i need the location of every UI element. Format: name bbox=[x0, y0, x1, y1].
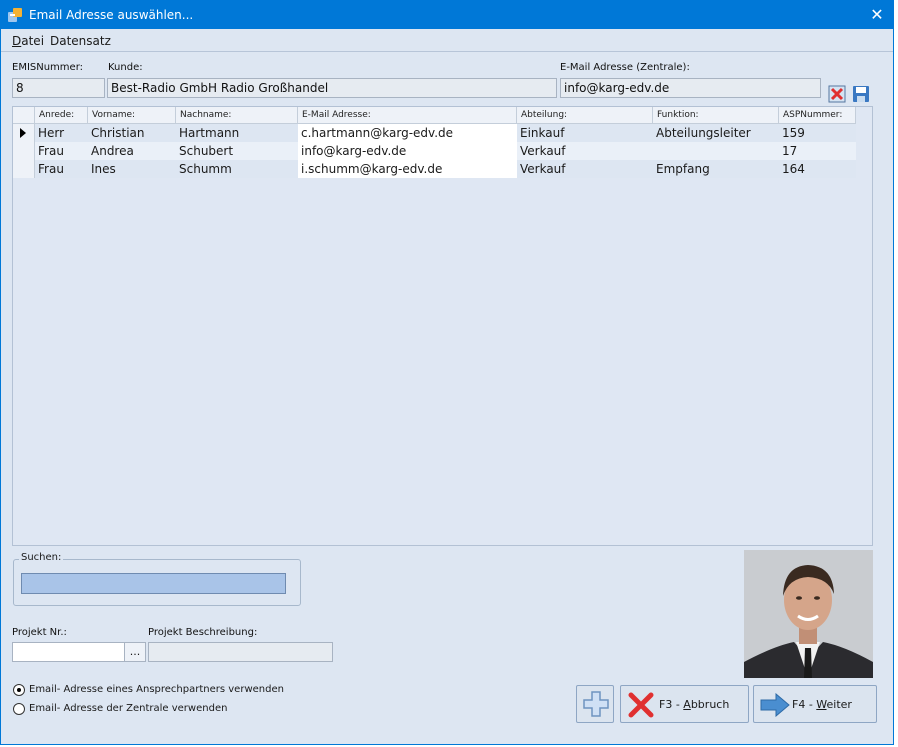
app-icon bbox=[8, 8, 22, 22]
cell-asp: 159 bbox=[782, 126, 805, 140]
col-abteilung[interactable]: Abteilung: bbox=[517, 107, 653, 124]
cancel-rest: bbruch bbox=[690, 698, 730, 711]
save-icon[interactable] bbox=[852, 85, 870, 103]
row-selector[interactable] bbox=[13, 124, 35, 142]
table-row[interactable]: Herr Christian Hartmann c.hartmann@karg-… bbox=[13, 124, 856, 142]
cell-anrede: Herr bbox=[38, 126, 65, 140]
projekt-beschreibung-label: Projekt Beschreibung: bbox=[148, 627, 258, 638]
plus-icon bbox=[583, 691, 609, 717]
col-nachname[interactable]: Nachname: bbox=[176, 107, 298, 124]
option-central-radio[interactable] bbox=[13, 703, 25, 715]
kunde-field[interactable]: Best-Radio GmbH Radio Großhandel bbox=[107, 78, 557, 98]
menu-datei-label: atei bbox=[21, 34, 45, 48]
contact-photo bbox=[744, 550, 873, 678]
next-button-label: F4 - Weiter bbox=[792, 698, 852, 711]
cancel-button[interactable]: F3 - Abbruch bbox=[620, 685, 749, 723]
search-legend: Suchen: bbox=[19, 552, 64, 563]
cancel-button-label: F3 - Abbruch bbox=[659, 698, 729, 711]
delete-icon[interactable] bbox=[828, 85, 846, 103]
cell-abteilung: Einkauf bbox=[520, 126, 565, 140]
col-aspnummer[interactable]: ASPNummer: bbox=[779, 107, 856, 124]
cell-abteilung: Verkauf bbox=[520, 162, 566, 176]
projekt-beschreibung-field[interactable] bbox=[148, 642, 333, 662]
cell-asp: 164 bbox=[782, 162, 805, 176]
col-anrede[interactable]: Anrede: bbox=[35, 107, 88, 124]
cancel-accel: A bbox=[683, 698, 691, 711]
cell-nachname: Hartmann bbox=[179, 126, 240, 140]
cell-funktion: Empfang bbox=[656, 162, 710, 176]
row-selector[interactable] bbox=[13, 142, 35, 160]
cell-vorname: Ines bbox=[91, 162, 116, 176]
option-contact-label: Email- Adresse eines Ansprechpartners ve… bbox=[29, 684, 284, 695]
row-selector[interactable] bbox=[13, 160, 35, 178]
col-funktion[interactable]: Funktion: bbox=[653, 107, 779, 124]
projekt-nr-label: Projekt Nr.: bbox=[12, 627, 67, 638]
title-bar: Email Adresse auswählen... ✕ bbox=[1, 1, 893, 29]
next-button[interactable]: F4 - Weiter bbox=[753, 685, 877, 723]
option-contact-radio[interactable] bbox=[13, 684, 25, 696]
grid-corner bbox=[13, 107, 35, 124]
cancel-key: F3 - bbox=[659, 698, 684, 711]
option-central-label: Email- Adresse der Zentrale verwenden bbox=[29, 703, 228, 714]
cell-email[interactable]: c.hartmann@karg-edv.de bbox=[298, 124, 517, 142]
menu-datei-accel: D bbox=[12, 34, 22, 48]
table-row[interactable]: Frau Ines Schumm i.schumm@karg-edv.de Ve… bbox=[13, 160, 856, 178]
menu-datensatz[interactable]: Datensatz bbox=[50, 34, 111, 48]
emis-field[interactable]: 8 bbox=[12, 78, 105, 98]
email-zentrale-field[interactable]: info@karg-edv.de bbox=[560, 78, 821, 98]
cell-anrede: Frau bbox=[38, 162, 64, 176]
col-email[interactable]: E-Mail Adresse: bbox=[298, 107, 517, 124]
projekt-browse-button[interactable]: ... bbox=[124, 642, 146, 662]
table-row[interactable]: Frau Andrea Schubert info@karg-edv.de Ve… bbox=[13, 142, 856, 160]
cell-email[interactable]: i.schumm@karg-edv.de bbox=[298, 160, 517, 178]
contacts-grid[interactable]: Anrede: Vorname: Nachname: E-Mail Adress… bbox=[12, 106, 873, 546]
cell-vorname: Christian bbox=[91, 126, 145, 140]
cell-anrede: Frau bbox=[38, 144, 64, 158]
current-row-arrow-icon bbox=[20, 128, 26, 138]
close-icon[interactable]: ✕ bbox=[865, 3, 889, 27]
menu-bar: Datei Datensatz bbox=[1, 29, 893, 52]
col-vorname[interactable]: Vorname: bbox=[88, 107, 176, 124]
next-key: F4 - bbox=[792, 698, 817, 711]
cell-abteilung: Verkauf bbox=[520, 144, 566, 158]
dialog-window: Email Adresse auswählen... ✕ Datei Daten… bbox=[0, 0, 894, 745]
search-group: Suchen: bbox=[13, 552, 301, 606]
cell-asp: 17 bbox=[782, 144, 798, 158]
emis-label: EMISNummer: bbox=[12, 62, 84, 73]
next-rest: eiter bbox=[826, 698, 852, 711]
menu-datei[interactable]: Datei bbox=[12, 34, 44, 48]
cell-vorname: Andrea bbox=[91, 144, 134, 158]
red-x-icon bbox=[628, 692, 654, 718]
kunde-label: Kunde: bbox=[108, 62, 143, 73]
projekt-nr-field[interactable] bbox=[12, 642, 125, 662]
cell-nachname: Schumm bbox=[179, 162, 232, 176]
search-input[interactable] bbox=[21, 573, 286, 594]
cell-email[interactable]: info@karg-edv.de bbox=[298, 142, 517, 160]
email-zentrale-label: E-Mail Adresse (Zentrale): bbox=[560, 62, 690, 73]
add-button[interactable] bbox=[576, 685, 614, 723]
cell-funktion bbox=[653, 142, 779, 160]
cell-funktion: Abteilungsleiter bbox=[656, 126, 751, 140]
arrow-right-icon bbox=[760, 693, 790, 717]
next-accel: W bbox=[816, 698, 827, 711]
window-title: Email Adresse auswählen... bbox=[29, 8, 194, 22]
cell-nachname: Schubert bbox=[179, 144, 234, 158]
